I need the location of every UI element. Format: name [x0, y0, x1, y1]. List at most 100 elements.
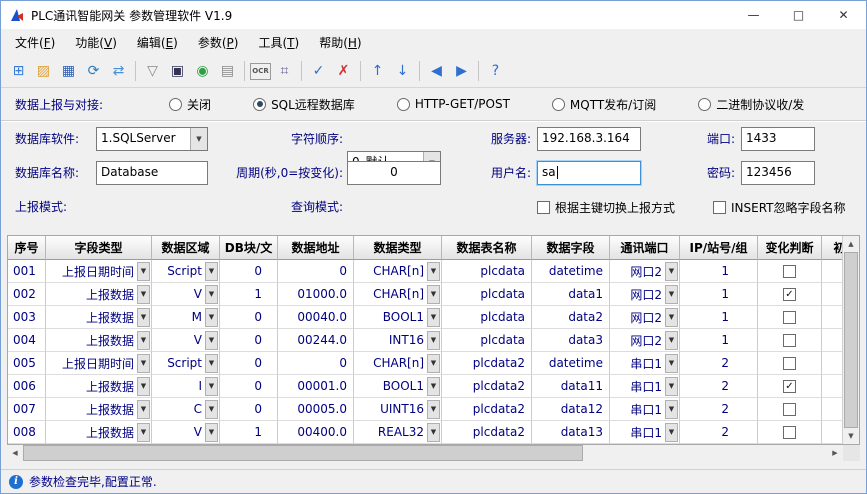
column-header[interactable]: 序号 [8, 236, 46, 260]
cell-dtype[interactable]: CHAR[n]▼ [354, 352, 442, 375]
radio-icon[interactable] [397, 98, 410, 111]
cell-db[interactable]: 0 [220, 329, 278, 352]
cell-initial[interactable] [822, 260, 842, 283]
cell-db[interactable]: 1 [220, 421, 278, 444]
apply-icon[interactable]: ✓ [307, 60, 330, 83]
cell-port[interactable]: 串口1▼ [610, 352, 680, 375]
cell-addr[interactable]: 0 [278, 260, 354, 283]
insert-ignore-checkbox[interactable]: INSERT忽略字段名称 [713, 197, 846, 217]
scroll-left-icon[interactable]: ◀ [7, 445, 23, 461]
cell-station[interactable]: 2 [680, 421, 758, 444]
checkbox-icon[interactable] [713, 201, 726, 214]
chevron-down-icon[interactable]: ▼ [190, 128, 207, 150]
cell-dfield[interactable]: data13 [532, 421, 610, 444]
cell-changed[interactable] [758, 421, 822, 444]
cell-addr[interactable]: 01000.0 [278, 283, 354, 306]
cell-changed[interactable] [758, 398, 822, 421]
connect-icon[interactable]: ⊞ [7, 60, 30, 83]
cell-tname[interactable]: plcdata [442, 329, 532, 352]
cell-seq[interactable]: 008 [8, 421, 46, 444]
menu-params[interactable]: 参数(P) [188, 30, 249, 55]
cell-dtype[interactable]: CHAR[n]▼ [354, 283, 442, 306]
cell-tname[interactable]: plcdata [442, 283, 532, 306]
change-checkbox-icon[interactable] [783, 334, 796, 347]
chevron-down-icon[interactable]: ▼ [665, 262, 678, 281]
cell-port[interactable]: 网口2▼ [610, 260, 680, 283]
cell-field_type[interactable]: 上报日期时间▼ [46, 260, 152, 283]
cell-initial[interactable] [822, 375, 842, 398]
minimize-button[interactable]: — [731, 1, 776, 29]
cell-dfield[interactable]: data12 [532, 398, 610, 421]
refresh-icon[interactable]: ⟳ [82, 60, 105, 83]
vertical-scrollbar[interactable]: ▲ ▼ [842, 236, 859, 444]
cell-port[interactable]: 串口1▼ [610, 375, 680, 398]
cell-seq[interactable]: 003 [8, 306, 46, 329]
cell-area[interactable]: V▼ [152, 421, 220, 444]
keypad-icon[interactable]: ⌗ [273, 60, 296, 83]
cell-initial[interactable] [822, 352, 842, 375]
chevron-down-icon[interactable]: ▼ [205, 331, 218, 350]
cell-station[interactable]: 1 [680, 283, 758, 306]
cell-tname[interactable]: plcdata [442, 260, 532, 283]
move-down-icon[interactable]: ↓ [391, 60, 414, 83]
chevron-down-icon[interactable]: ▼ [665, 354, 678, 373]
cell-seq[interactable]: 002 [8, 283, 46, 306]
cell-tname[interactable]: plcdata2 [442, 398, 532, 421]
cell-station[interactable]: 1 [680, 329, 758, 352]
menu-tools[interactable]: 工具(T) [248, 30, 309, 55]
cell-seq[interactable]: 007 [8, 398, 46, 421]
chevron-down-icon[interactable]: ▼ [427, 354, 440, 373]
port-input[interactable]: 1433 [741, 127, 815, 151]
change-checkbox-icon[interactable] [783, 403, 796, 416]
cell-area[interactable]: Script▼ [152, 352, 220, 375]
radio-option[interactable]: HTTP-GET/POST [397, 96, 510, 113]
chevron-down-icon[interactable]: ▼ [137, 285, 150, 304]
next-icon[interactable]: ▶ [450, 60, 473, 83]
cell-dtype[interactable]: CHAR[n]▼ [354, 260, 442, 283]
cell-station[interactable]: 1 [680, 260, 758, 283]
web-icon[interactable]: ◉ [191, 60, 214, 83]
cell-dtype[interactable]: BOOL1▼ [354, 375, 442, 398]
change-checkbox-icon[interactable]: ✓ [783, 288, 796, 301]
cell-db[interactable]: 0 [220, 352, 278, 375]
chevron-down-icon[interactable]: ▼ [137, 377, 150, 396]
cell-area[interactable]: C▼ [152, 398, 220, 421]
chevron-down-icon[interactable]: ▼ [137, 331, 150, 350]
chevron-down-icon[interactable]: ▼ [665, 400, 678, 419]
chevron-down-icon[interactable]: ▼ [137, 354, 150, 373]
cell-addr[interactable]: 00001.0 [278, 375, 354, 398]
help-icon[interactable]: ? [484, 60, 507, 83]
radio-icon[interactable] [169, 98, 182, 111]
filter-icon[interactable]: ▽ [141, 60, 164, 83]
delete-icon[interactable]: ✗ [332, 60, 355, 83]
menu-file[interactable]: 文件(F) [5, 30, 65, 55]
cell-dtype[interactable]: UINT16▼ [354, 398, 442, 421]
radio-icon[interactable] [698, 98, 711, 111]
cell-area[interactable]: I▼ [152, 375, 220, 398]
chevron-down-icon[interactable]: ▼ [427, 423, 440, 442]
horizontal-scroll-track[interactable] [583, 445, 827, 461]
cell-tname[interactable]: plcdata [442, 306, 532, 329]
chevron-down-icon[interactable]: ▼ [427, 400, 440, 419]
period-input[interactable]: 0 [347, 161, 441, 185]
grid-icon[interactable]: ▤ [216, 60, 239, 83]
cell-port[interactable]: 网口2▼ [610, 329, 680, 352]
column-header[interactable]: IP/站号/组 [680, 236, 758, 260]
column-header[interactable]: 初始值 [822, 236, 842, 260]
cell-dtype[interactable]: REAL32▼ [354, 421, 442, 444]
cell-port[interactable]: 串口1▼ [610, 421, 680, 444]
checkbox-icon[interactable] [537, 201, 550, 214]
cell-dfield[interactable]: data3 [532, 329, 610, 352]
chevron-down-icon[interactable]: ▼ [205, 354, 218, 373]
cell-seq[interactable]: 005 [8, 352, 46, 375]
radio-option[interactable]: 二进制协议收/发 [698, 96, 804, 113]
chevron-down-icon[interactable]: ▼ [205, 400, 218, 419]
scroll-up-icon[interactable]: ▲ [843, 236, 859, 252]
chevron-down-icon[interactable]: ▼ [427, 262, 440, 281]
column-header[interactable]: 数据类型 [354, 236, 442, 260]
column-header[interactable]: 数据表名称 [442, 236, 532, 260]
menu-func[interactable]: 功能(V) [65, 30, 127, 55]
cell-port[interactable]: 网口2▼ [610, 306, 680, 329]
cell-area[interactable]: V▼ [152, 283, 220, 306]
cell-tname[interactable]: plcdata2 [442, 352, 532, 375]
